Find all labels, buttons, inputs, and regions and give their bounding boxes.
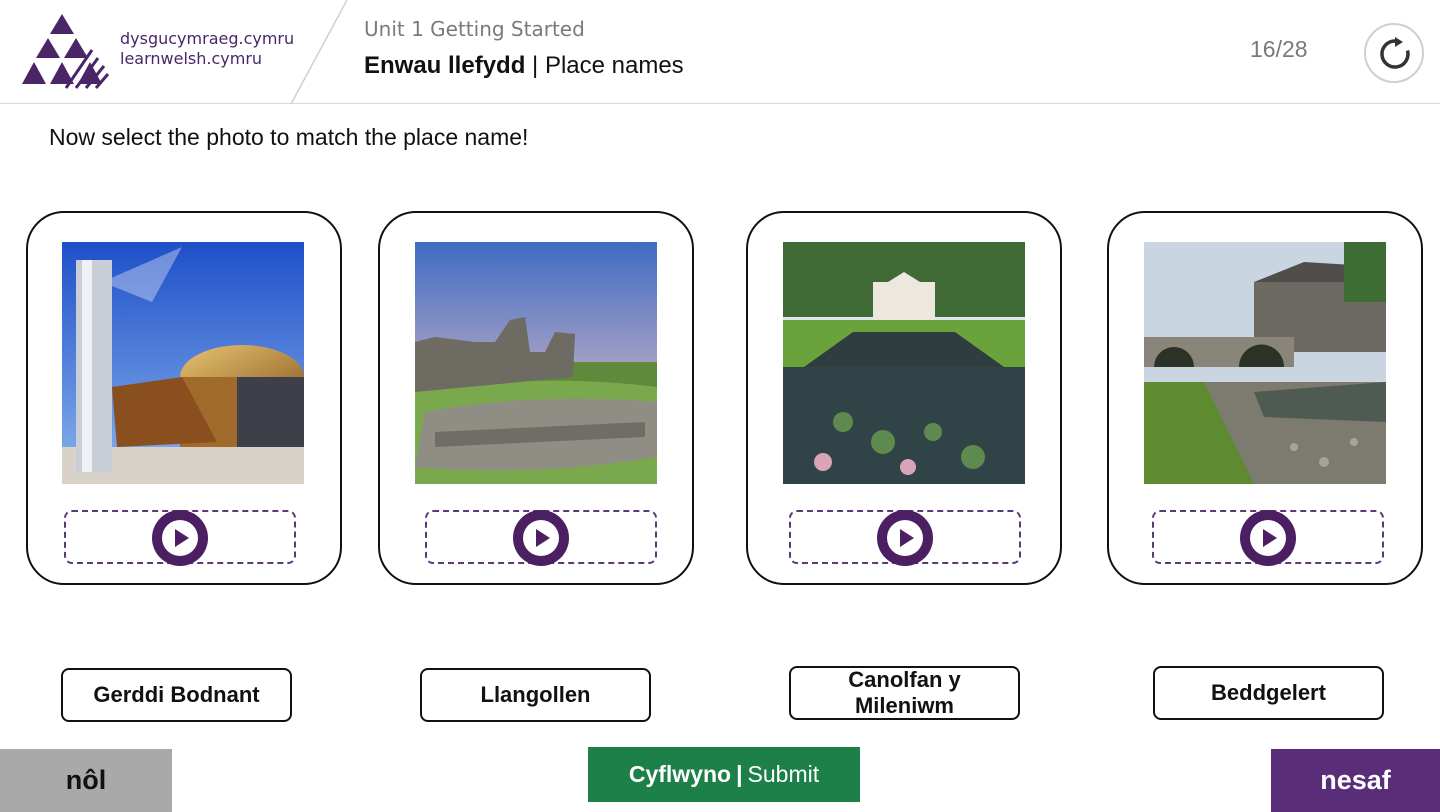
- place-label-beddgelert[interactable]: Beddgelert: [1153, 666, 1384, 720]
- stone-bridge-village-photo: [1144, 242, 1386, 484]
- progress-counter: 16/28: [1250, 36, 1308, 62]
- play-icon: [900, 529, 914, 547]
- photo-card[interactable]: [26, 211, 342, 585]
- play-icon: [536, 529, 550, 547]
- instruction-text: Now select the photo to match the place …: [49, 124, 529, 150]
- play-audio-button[interactable]: [513, 510, 569, 566]
- submit-label-welsh: Cyflwyno: [628, 761, 732, 787]
- play-audio-button[interactable]: [1240, 510, 1296, 566]
- place-label-gerddi-bodnant[interactable]: Gerddi Bodnant: [61, 668, 292, 722]
- lesson-title: Enwau llefydd | Place names: [364, 52, 684, 80]
- lesson-title-english: Place names: [544, 52, 684, 79]
- submit-button[interactable]: Cyflwyno | Submit: [588, 747, 860, 802]
- header-bar: dysgucymraeg.cymru learnwelsh.cymru Unit…: [0, 0, 1440, 104]
- drop-zone[interactable]: [1152, 510, 1384, 566]
- photo-card[interactable]: [746, 211, 1062, 585]
- submit-separator: |: [736, 761, 743, 787]
- unit-title: Unit 1 Getting Started: [364, 17, 585, 41]
- place-label-llangollen[interactable]: Llangollen: [420, 668, 651, 722]
- lesson-title-welsh: Enwau llefydd: [364, 52, 526, 79]
- drop-zone[interactable]: [789, 510, 1021, 566]
- lesson-title-separator: |: [532, 52, 539, 79]
- brand-text: dysgucymraeg.cymru learnwelsh.cymru: [120, 29, 294, 69]
- refresh-icon: [1380, 37, 1410, 69]
- play-audio-button[interactable]: [877, 510, 933, 566]
- drop-zone[interactable]: [64, 510, 296, 566]
- back-button[interactable]: nôl: [0, 749, 172, 812]
- brand-line-english: learnwelsh.cymru: [120, 49, 263, 68]
- submit-label-english: Submit: [747, 761, 820, 787]
- cardiff-bay-millennium-centre-photo: [62, 242, 304, 484]
- play-icon: [175, 529, 189, 547]
- brand-logo-icon: [22, 14, 110, 89]
- play-icon: [1263, 529, 1277, 547]
- header-divider: [290, 0, 348, 104]
- play-audio-button[interactable]: [152, 510, 208, 566]
- castle-ruins-sunset-photo: [415, 242, 657, 484]
- drop-zone[interactable]: [425, 510, 657, 566]
- garden-canal-pavilion-photo: [783, 242, 1025, 484]
- photo-card[interactable]: [1107, 211, 1423, 585]
- brand-line-welsh: dysgucymraeg.cymru: [120, 29, 295, 48]
- place-label-canolfan-y-mileniwm[interactable]: Canolfan y Mileniwm: [789, 666, 1020, 720]
- photo-card[interactable]: [378, 211, 694, 585]
- reset-button[interactable]: [1364, 23, 1424, 83]
- next-button[interactable]: nesaf: [1271, 749, 1440, 812]
